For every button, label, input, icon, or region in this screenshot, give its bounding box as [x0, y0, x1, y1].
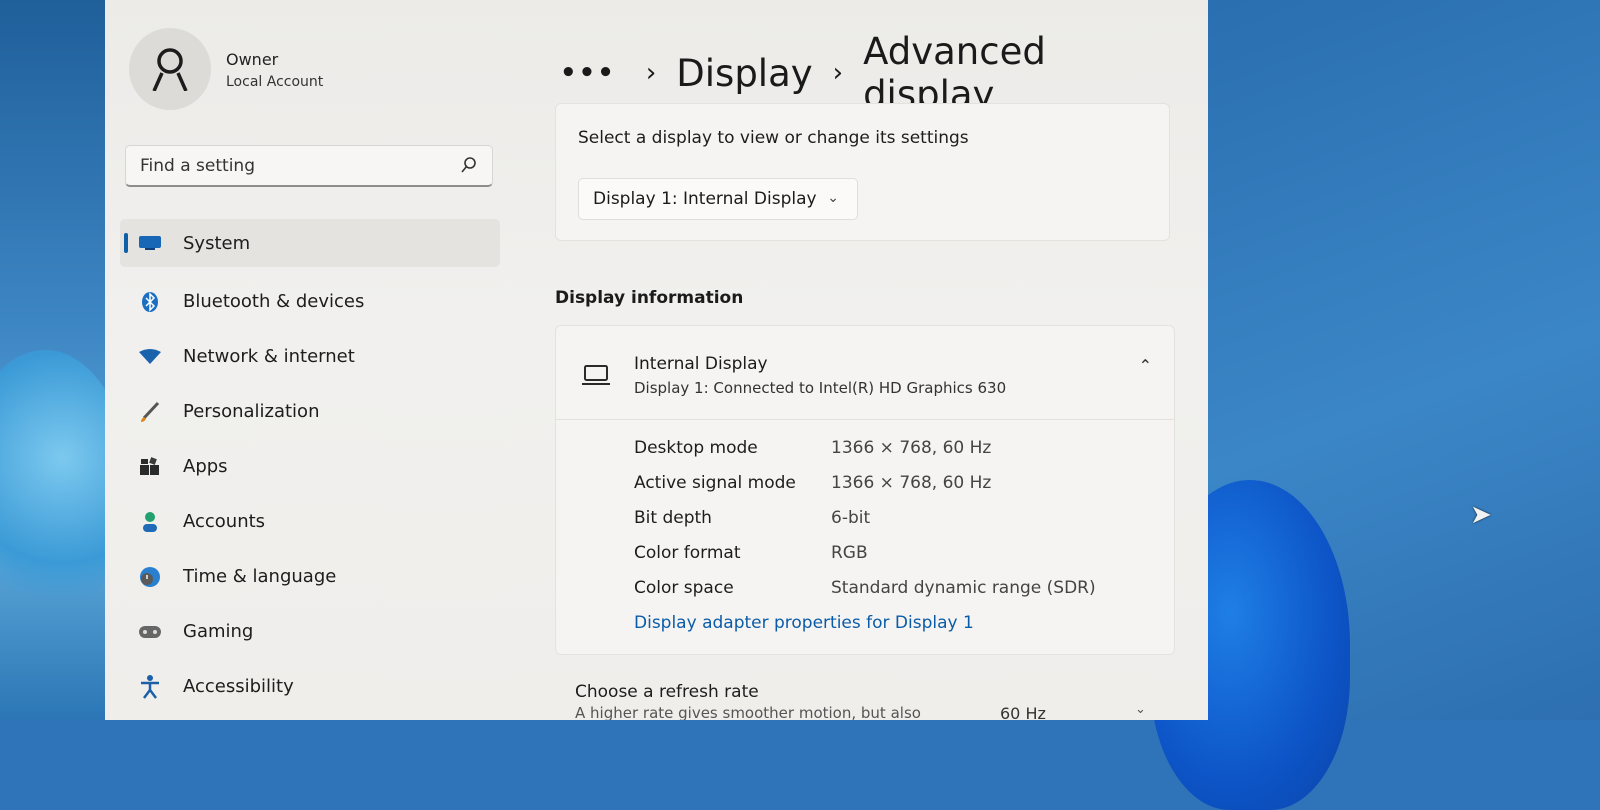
- breadcrumb-more-button[interactable]: •••: [560, 58, 616, 88]
- monitor-icon: [137, 232, 163, 254]
- laptop-icon: [582, 364, 610, 390]
- sidebar-item-gaming[interactable]: Gaming: [120, 604, 500, 659]
- section-title: Display information: [555, 288, 744, 308]
- brush-icon: [137, 401, 163, 423]
- display-name: Internal Display: [634, 354, 768, 374]
- display-adapter-properties-link[interactable]: Display adapter properties for Display 1: [634, 613, 974, 633]
- sidebar-item-bluetooth[interactable]: Bluetooth & devices: [120, 274, 500, 329]
- breadcrumb-display-link[interactable]: Display: [676, 52, 812, 95]
- display-select-prompt: Select a display to view or change its s…: [578, 128, 969, 148]
- info-label-color-format: Color format: [634, 543, 741, 563]
- sidebar-item-label: Apps: [183, 456, 228, 477]
- chevron-up-icon[interactable]: ⌃: [1139, 356, 1152, 375]
- globe-clock-icon: [137, 566, 163, 588]
- sidebar-item-label: Gaming: [183, 621, 254, 642]
- sidebar-item-label: Accounts: [183, 511, 266, 532]
- sidebar-item-personalization[interactable]: Personalization: [120, 384, 500, 439]
- account-type: Local Account: [226, 74, 324, 90]
- apps-icon: [137, 456, 163, 478]
- chevron-down-icon: ⌄: [1135, 702, 1146, 717]
- search-icon[interactable]: [460, 156, 478, 178]
- search-input[interactable]: Find a setting: [125, 145, 493, 187]
- chevron-right-icon: ›: [645, 58, 657, 88]
- sidebar-item-label: Accessibility: [183, 676, 294, 697]
- info-label-active-signal-mode: Active signal mode: [634, 473, 796, 493]
- person-icon: [137, 511, 163, 533]
- sidebar-item-label: Time & language: [183, 566, 337, 587]
- refresh-rate-label: Choose a refresh rate: [575, 682, 759, 702]
- info-label-color-space: Color space: [634, 578, 734, 598]
- avatar[interactable]: [129, 28, 211, 110]
- refresh-rate-dropdown[interactable]: 60 Hz: [1000, 704, 1046, 720]
- info-value-desktop-mode: 1366 × 768, 60 Hz: [831, 438, 992, 458]
- info-value-color-format: RGB: [831, 543, 868, 563]
- sidebar-item-accessibility[interactable]: Accessibility: [120, 659, 500, 714]
- chevron-right-icon: ›: [832, 58, 844, 88]
- info-label-desktop-mode: Desktop mode: [634, 438, 758, 458]
- user-name: Owner: [226, 50, 279, 69]
- sidebar-nav: System Bluetooth & devices Network & int…: [120, 219, 500, 714]
- info-value-color-space: Standard dynamic range (SDR): [831, 578, 1096, 598]
- sidebar-item-network[interactable]: Network & internet: [120, 329, 500, 384]
- divider: [556, 419, 1174, 420]
- refresh-rate-description: A higher rate gives smoother motion, but…: [575, 704, 921, 720]
- selection-indicator: [124, 233, 128, 253]
- user-icon: [152, 48, 188, 91]
- mouse-cursor-icon: ➤: [1470, 500, 1492, 530]
- sidebar-item-label: Personalization: [183, 401, 320, 422]
- gamepad-icon: [137, 621, 163, 643]
- sidebar-item-time-language[interactable]: Time & language: [120, 549, 500, 604]
- display-dropdown[interactable]: Display 1: Internal Display ⌄: [578, 178, 858, 220]
- accessibility-icon: [137, 674, 163, 699]
- sidebar-item-apps[interactable]: Apps: [120, 439, 500, 494]
- display-info-card: Internal Display Display 1: Connected to…: [555, 325, 1175, 655]
- sidebar-item-label: Bluetooth & devices: [183, 291, 365, 312]
- sidebar-item-system[interactable]: System: [120, 219, 500, 267]
- display-dropdown-value: Display 1: Internal Display: [593, 189, 817, 209]
- settings-window: Owner Local Account Find a setting Syste…: [105, 0, 1208, 720]
- sidebar-item-label: System: [183, 232, 251, 254]
- sidebar-item-label: Network & internet: [183, 346, 355, 367]
- sidebar-item-accounts[interactable]: Accounts: [120, 494, 500, 549]
- info-label-bit-depth: Bit depth: [634, 508, 712, 528]
- info-value-bit-depth: 6-bit: [831, 508, 871, 528]
- wifi-icon: [137, 346, 163, 368]
- search-placeholder: Find a setting: [140, 156, 255, 176]
- display-connection: Display 1: Connected to Intel(R) HD Grap…: [634, 379, 1007, 397]
- info-value-active-signal-mode: 1366 × 768, 60 Hz: [831, 473, 992, 493]
- bluetooth-icon: [137, 291, 163, 313]
- chevron-down-icon: ⌄: [827, 190, 839, 206]
- display-select-card: Select a display to view or change its s…: [555, 103, 1170, 241]
